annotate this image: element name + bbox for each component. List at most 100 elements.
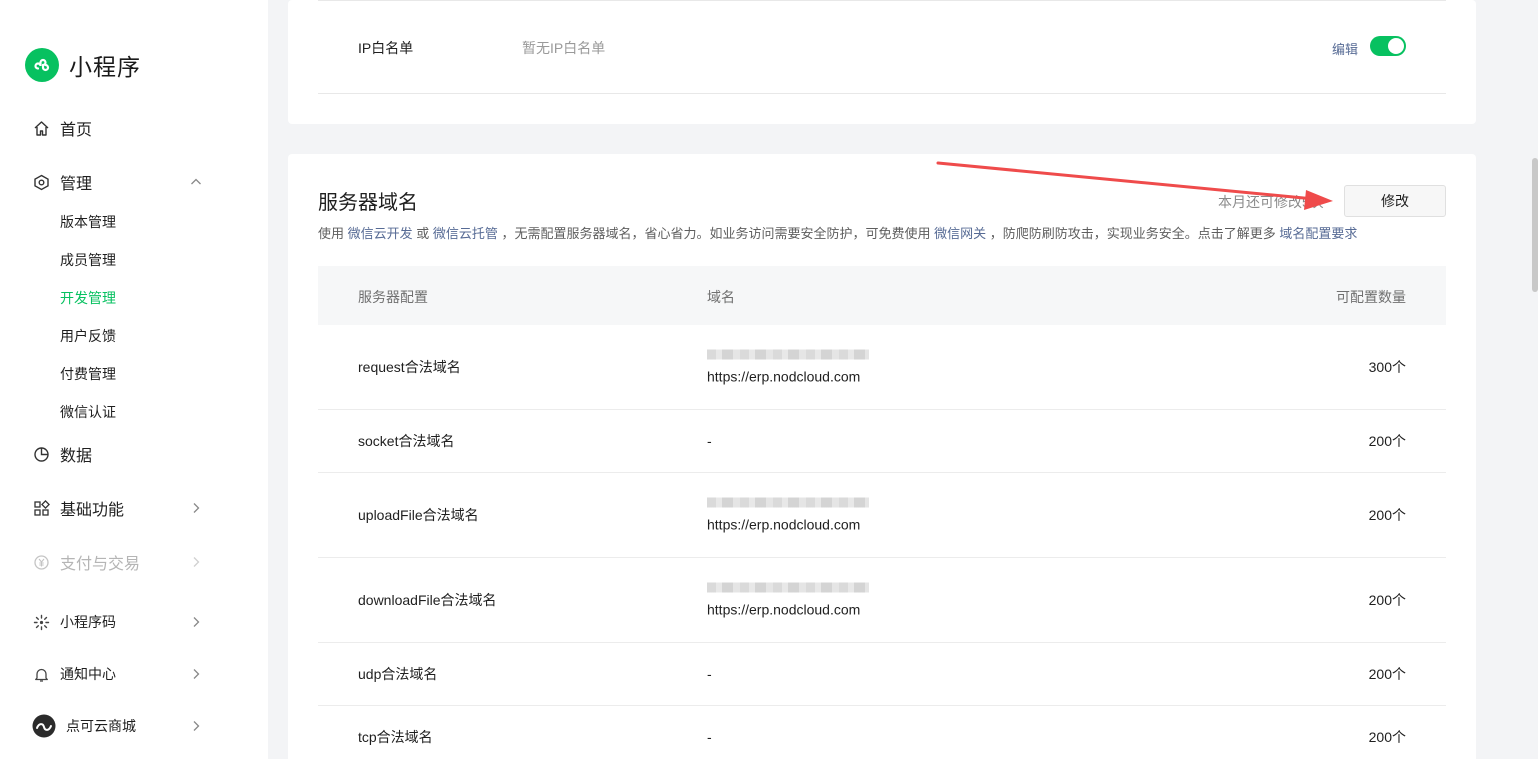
nav-data-label: 数据 bbox=[60, 448, 93, 465]
row-domain: - bbox=[707, 729, 712, 745]
nav-manage-label: 管理 bbox=[60, 176, 93, 193]
table-row: socket合法域名 - 200个 bbox=[318, 410, 1446, 473]
row-domain: https://erp.nodcloud.com bbox=[707, 497, 869, 533]
hexagon-icon bbox=[32, 173, 50, 191]
row-domain: https://erp.nodcloud.com bbox=[707, 349, 869, 385]
row-config-name: tcp合法域名 bbox=[358, 729, 433, 745]
ip-whitelist-toggle[interactable] bbox=[1370, 36, 1406, 56]
nav-pay-trade[interactable]: 支付与交易 bbox=[32, 550, 202, 574]
row-domain: - bbox=[707, 433, 712, 449]
redacted-domain bbox=[707, 497, 869, 508]
sun-code-icon bbox=[32, 613, 50, 631]
header-count: 可配置数量 bbox=[1336, 289, 1406, 305]
row-config-name: uploadFile合法域名 bbox=[358, 507, 479, 523]
row-domain: - bbox=[707, 666, 712, 682]
divider bbox=[318, 0, 1446, 1]
nav-qrcode[interactable]: 小程序码 bbox=[32, 612, 202, 632]
row-config-name: socket合法域名 bbox=[358, 433, 455, 449]
chevron-right-icon bbox=[193, 557, 200, 567]
account-avatar-icon bbox=[32, 714, 56, 738]
row-count: 200个 bbox=[1368, 592, 1406, 608]
pie-chart-icon bbox=[32, 445, 50, 463]
toggle-knob bbox=[1388, 38, 1404, 54]
ip-whitelist-card: IP白名单 暂无IP白名单 编辑 bbox=[288, 0, 1476, 124]
nav-data[interactable]: 数据 bbox=[32, 442, 202, 466]
row-count: 300个 bbox=[1368, 359, 1406, 375]
divider bbox=[318, 93, 1446, 94]
row-count: 200个 bbox=[1368, 433, 1406, 449]
table-body: request合法域名 https://erp.nodcloud.com 300个 s… bbox=[318, 325, 1446, 759]
nav-home-label: 首页 bbox=[60, 122, 93, 139]
row-domain-text: - bbox=[707, 433, 712, 449]
section-title: 服务器域名 bbox=[318, 192, 418, 214]
table-row: downloadFile合法域名 https://erp.nodcloud.com… bbox=[318, 558, 1446, 643]
scrollbar[interactable] bbox=[1532, 158, 1538, 292]
chevron-right-icon bbox=[193, 721, 200, 731]
sidebar-item-version[interactable]: 版本管理 bbox=[60, 212, 116, 232]
bell-icon bbox=[32, 665, 50, 683]
table-header: 服务器配置 域名 可配置数量 bbox=[318, 266, 1446, 325]
row-count: 200个 bbox=[1368, 666, 1406, 682]
server-domain-table: 服务器配置 域名 可配置数量 request合法域名 https://erp.no… bbox=[318, 266, 1446, 759]
row-domain: https://erp.nodcloud.com bbox=[707, 582, 869, 618]
table-row: tcp合法域名 - 200个 bbox=[318, 706, 1446, 759]
sidebar-item-development[interactable]: 开发管理 bbox=[60, 288, 116, 308]
desc-text: ，无需配置服务器域名，省心省力。如业务访问需要安全防护，可免费使用 bbox=[497, 226, 935, 241]
table-row: uploadFile合法域名 https://erp.nodcloud.com 20… bbox=[318, 473, 1446, 558]
row-config-name: request合法域名 bbox=[358, 359, 461, 375]
desc-text: ，防爬防刷防攻击，实现业务安全。点击了解更多 bbox=[986, 226, 1280, 241]
row-domain-text: https://erp.nodcloud.com bbox=[707, 368, 861, 385]
chevron-up-icon bbox=[191, 178, 201, 185]
nav-basic-label: 基础功能 bbox=[60, 502, 125, 519]
redacted-domain bbox=[707, 582, 869, 593]
nav-account[interactable]: 点可云商城 bbox=[32, 714, 202, 738]
sidebar-item-payment-manage[interactable]: 付费管理 bbox=[60, 364, 116, 384]
nav-manage[interactable]: 管理 bbox=[32, 170, 202, 194]
nav-qrcode-label: 小程序码 bbox=[60, 614, 116, 630]
chevron-right-icon bbox=[193, 503, 200, 513]
desc-text: 使用 bbox=[318, 226, 348, 241]
header-domain: 域名 bbox=[707, 289, 735, 305]
app-logo[interactable]: 小程序 bbox=[25, 48, 141, 82]
desc-link[interactable]: 微信云开发 bbox=[348, 226, 413, 241]
sidebar-item-wechat-verify[interactable]: 微信认证 bbox=[60, 402, 116, 422]
redacted-domain bbox=[707, 349, 869, 360]
ip-whitelist-edit-link[interactable]: 编辑 bbox=[1332, 39, 1358, 58]
section-description: 使用 微信云开发 或 微信云托管 ，无需配置服务器域名，省心省力。如业务访问需要… bbox=[318, 223, 1357, 242]
row-config-name: downloadFile合法域名 bbox=[358, 592, 497, 608]
grid-icon bbox=[32, 499, 50, 517]
table-row: udp合法域名 - 200个 bbox=[318, 643, 1446, 706]
table-row: request合法域名 https://erp.nodcloud.com 300个 bbox=[318, 325, 1446, 410]
desc-text: 或 bbox=[412, 226, 433, 241]
nav-notify-label: 通知中心 bbox=[60, 666, 116, 682]
row-domain-text: https://erp.nodcloud.com bbox=[707, 601, 861, 618]
desc-link[interactable]: 微信云托管 bbox=[433, 226, 498, 241]
row-count: 200个 bbox=[1368, 507, 1406, 523]
row-domain-text: - bbox=[707, 666, 712, 682]
modify-button[interactable]: 修改 bbox=[1344, 185, 1446, 217]
nav-pay-label: 支付与交易 bbox=[60, 556, 141, 573]
mini-program-logo-icon bbox=[25, 48, 59, 82]
sidebar-item-members[interactable]: 成员管理 bbox=[60, 250, 116, 270]
nav-account-label: 点可云商城 bbox=[66, 718, 136, 734]
app-title: 小程序 bbox=[69, 54, 141, 80]
row-domain-text: - bbox=[707, 729, 712, 745]
row-domain-text: https://erp.nodcloud.com bbox=[707, 516, 861, 533]
server-domain-card: 服务器域名 本月还可修改5次 修改 使用 微信云开发 或 微信云托管 ，无需配置… bbox=[288, 154, 1476, 759]
nav-home[interactable]: 首页 bbox=[32, 116, 202, 140]
chevron-right-icon bbox=[193, 617, 200, 627]
modify-count-tip: 本月还可修改5次 bbox=[1218, 194, 1324, 210]
nav-notify-center[interactable]: 通知中心 bbox=[32, 664, 202, 684]
home-icon bbox=[32, 119, 50, 137]
ip-whitelist-label: IP白名单 bbox=[358, 40, 414, 56]
desc-link[interactable]: 域名配置要求 bbox=[1279, 226, 1357, 241]
sidebar-item-feedback[interactable]: 用户反馈 bbox=[60, 326, 116, 346]
ip-whitelist-value: 暂无IP白名单 bbox=[522, 40, 606, 56]
nav-basic-features[interactable]: 基础功能 bbox=[32, 496, 202, 520]
yen-circle-icon bbox=[32, 553, 50, 571]
chevron-right-icon bbox=[193, 669, 200, 679]
header-server-config: 服务器配置 bbox=[358, 289, 428, 305]
desc-link[interactable]: 微信网关 bbox=[934, 226, 986, 241]
row-count: 200个 bbox=[1368, 729, 1406, 745]
sidebar: 小程序 首页 管理 版本管理 成员管理 开发管理 用户反馈 付费管理 微信认证 … bbox=[0, 0, 268, 759]
